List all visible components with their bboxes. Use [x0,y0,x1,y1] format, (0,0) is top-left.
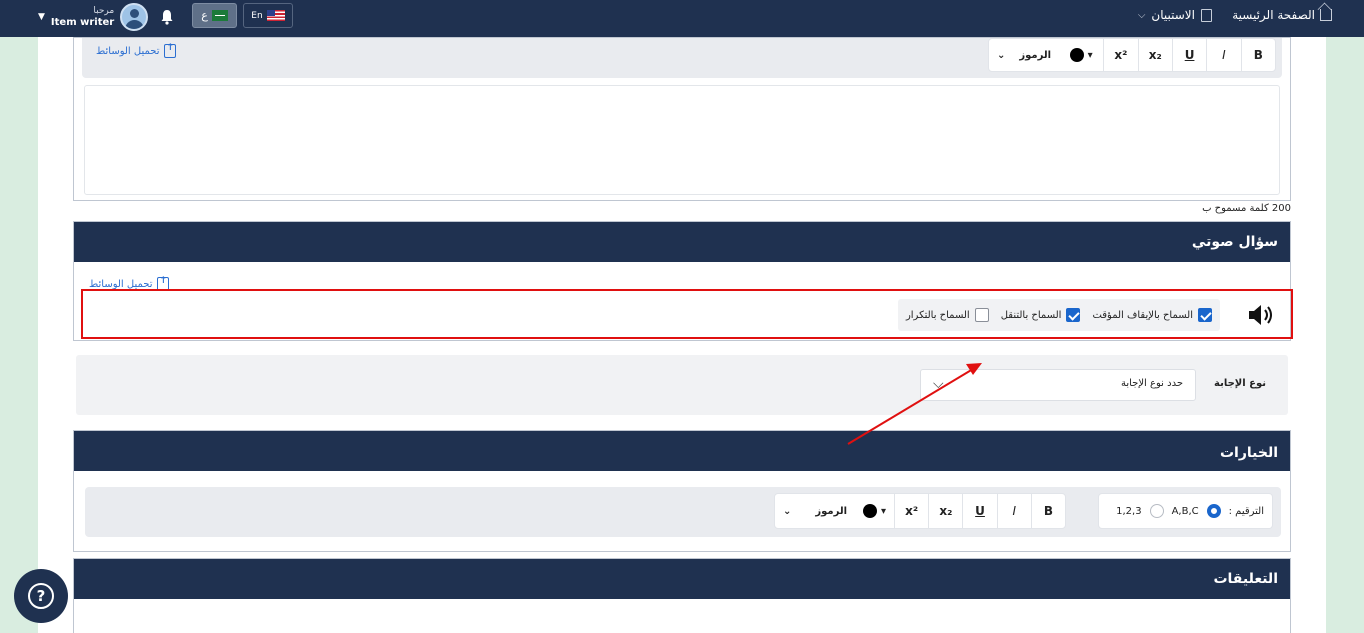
audio-question-title: سؤال صوتي [74,222,1290,262]
choices-section: الخيارات الترقيم : A,B,C 1,2,3 ⌄ الرموز … [73,430,1291,552]
nav-question-bank[interactable]: الاستبيان ⌵ [1138,8,1212,22]
comments-title: التعليقات [74,559,1290,599]
underline-button[interactable]: U [1171,39,1206,71]
language-english-button[interactable]: En [243,3,293,28]
us-flag-icon [266,10,285,21]
bold-button[interactable]: B [1030,494,1065,528]
top-navbar: ▼ مرحبا Item writer ع En الاستبيان ⌵ الص… [0,0,1364,37]
symbols-dropdown[interactable]: ⌄ الرموز [989,39,1059,71]
word-limit-hint: 200 كلمة مسموح ب [1202,203,1291,214]
answer-type-row: نوع الإجابة حدد نوع الإجابة ⌵ [76,355,1288,415]
text-color-button[interactable]: ▾ [855,494,894,528]
lang-ar-label: ع [201,9,208,22]
comments-section: التعليقات [73,558,1291,633]
numbering-123-radio[interactable] [1149,504,1164,518]
question-text-area[interactable] [84,85,1280,195]
underline-button[interactable]: U [962,494,996,528]
answer-type-select[interactable]: حدد نوع الإجابة ⌵ [920,369,1196,401]
color-swatch [1069,48,1084,62]
numbering-selector: الترقيم : A,B,C 1,2,3 [1098,493,1273,529]
editor-toolbar-area: تحميل الوسائط ⌄ الرموز ▾ x² x₂ U I B [82,38,1282,78]
chevron-down-icon: ⌵ [1137,9,1146,21]
avatar[interactable] [120,3,149,31]
saudi-flag-icon [211,10,228,21]
superscript-button[interactable]: x² [894,494,928,528]
numbering-123-label: 1,2,3 [1116,505,1142,517]
upload-file-icon [164,43,177,58]
upload-media-link[interactable]: تحميل الوسائط [96,43,177,58]
upload-media-label: تحميل الوسائط [96,45,160,57]
italic-button[interactable]: I [996,494,1031,528]
bell-icon[interactable] [160,9,174,25]
choices-format-toolbar: ⌄ الرموز ▾ x² x₂ U I B [774,493,1066,529]
subscript-button[interactable]: x₂ [928,494,962,528]
choices-toolbar-area: الترقيم : A,B,C 1,2,3 ⌄ الرموز ▾ x² x₂ U… [85,487,1281,537]
user-menu[interactable]: ▼ مرحبا Item writer [38,3,149,31]
caret-down-icon[interactable]: ▼ [38,12,45,22]
help-button[interactable]: ? [14,569,68,623]
nav-bank-label: الاستبيان [1151,8,1195,22]
numbering-label: الترقيم : [1228,505,1264,517]
bold-button[interactable]: B [1240,39,1275,71]
user-role: Item writer [50,17,115,28]
subscript-button[interactable]: x₂ [1137,39,1172,71]
audio-upload-label: تحميل الوسائط [89,278,153,290]
symbols-chevron-icon: ⌄ [997,49,1006,61]
symbols-label: الرموز [815,505,848,517]
question-text-editor: تحميل الوسائط ⌄ الرموز ▾ x² x₂ U I B [73,37,1291,201]
numbering-abc-radio[interactable] [1206,504,1221,518]
help-icon: ? [28,583,54,609]
nav-home[interactable]: الصفحة الرئيسية [1232,8,1332,22]
book-icon [1201,8,1212,22]
user-greeting: مرحبا [93,6,115,16]
color-swatch [863,504,878,518]
choices-title: الخيارات [74,431,1290,471]
symbols-dropdown[interactable]: ⌄ الرموز [775,494,855,528]
symbols-label: الرموز [1019,49,1052,61]
chevron-down-icon: ⌵ [933,376,944,392]
text-color-button[interactable]: ▾ [1059,39,1103,71]
color-caret-icon: ▾ [1087,49,1093,61]
home-icon [1320,9,1332,21]
annotation-highlight-box [81,289,1293,339]
superscript-button[interactable]: x² [1103,39,1137,71]
format-toolbar: ⌄ الرموز ▾ x² x₂ U I B [988,38,1276,72]
answer-type-label: نوع الإجابة [1214,378,1266,389]
answer-type-placeholder: حدد نوع الإجابة [1120,378,1183,389]
user-names: مرحبا Item writer [51,5,114,29]
language-arabic-button[interactable]: ع [192,3,237,28]
color-caret-icon: ▾ [881,505,887,517]
italic-button[interactable]: I [1206,39,1240,71]
numbering-abc-label: A,B,C [1171,505,1199,517]
nav-home-label: الصفحة الرئيسية [1232,8,1315,22]
lang-en-label: En [251,10,263,21]
symbols-chevron-icon: ⌄ [783,505,792,517]
